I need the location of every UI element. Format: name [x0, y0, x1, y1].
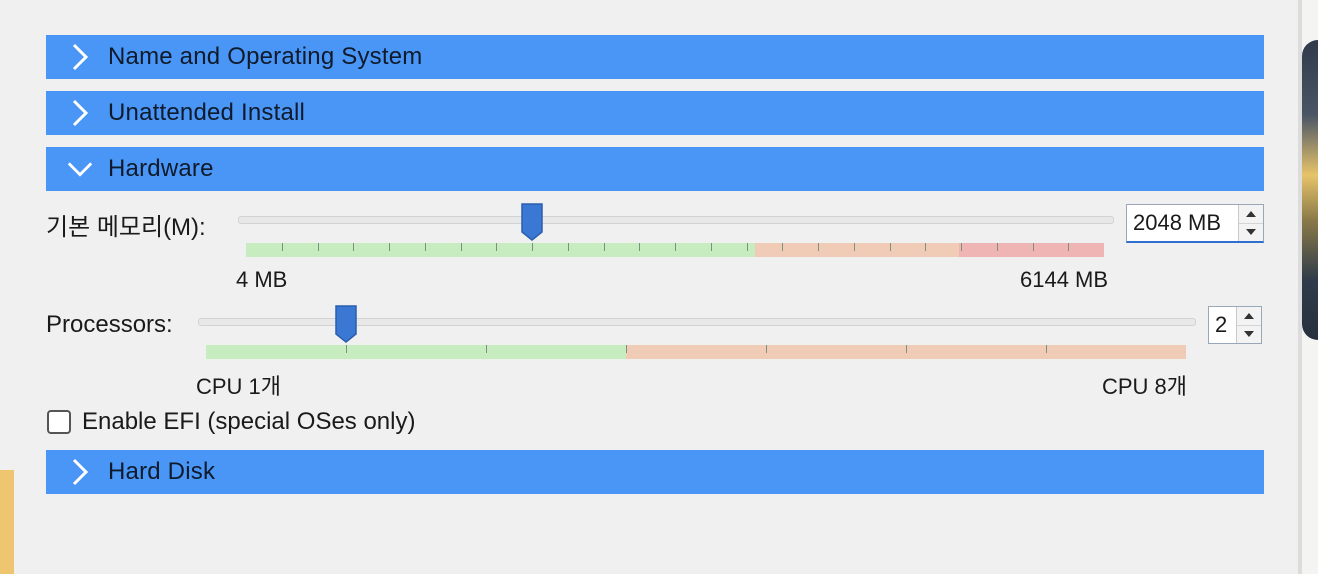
desktop-background-left: [0, 470, 14, 574]
tick-mark: [1033, 243, 1034, 251]
tick-mark: [486, 345, 487, 353]
memory-slider-track[interactable]: [238, 216, 1114, 224]
processors-max-label: CPU 8개: [1102, 374, 1188, 399]
tick-mark: [1046, 345, 1047, 353]
section-header-name-os[interactable]: Name and Operating System: [46, 35, 1264, 79]
memory-max-label: 6144 MB: [1020, 267, 1109, 292]
section-header-hardware[interactable]: Hardware: [46, 147, 1264, 191]
section-title: Unattended Install: [108, 99, 306, 126]
section-title: Name and Operating System: [108, 43, 423, 70]
memory-label: 기본 메모리(M):: [46, 214, 206, 241]
tick-mark: [461, 243, 462, 251]
processors-label: Processors:: [46, 311, 173, 338]
tick-mark: [282, 243, 283, 251]
memory-slider-thumb[interactable]: [520, 202, 544, 242]
tick-mark: [626, 345, 627, 353]
tick-mark: [1068, 243, 1069, 251]
tick-mark: [425, 243, 426, 251]
tick-mark: [604, 243, 605, 251]
tick-mark: [318, 243, 319, 251]
memory-spinbox[interactable]: 2048 MB: [1126, 204, 1264, 243]
section-title: Hardware: [108, 155, 214, 182]
processors-min-label: CPU 1개: [196, 374, 282, 399]
memory-spinbox-value[interactable]: 2048 MB: [1127, 210, 1238, 236]
processors-slider-thumb[interactable]: [334, 304, 358, 344]
tick-mark: [854, 243, 855, 251]
tick-mark: [568, 243, 569, 251]
efi-checkbox[interactable]: [47, 410, 71, 434]
processors-ticks: [206, 345, 1186, 355]
arrow-down-icon: [1244, 331, 1254, 338]
efi-label[interactable]: Enable EFI (special OSes only): [82, 408, 415, 436]
spin-down-button[interactable]: [1237, 324, 1261, 343]
memory-min-label: 4 MB: [236, 267, 288, 292]
chevron-down-icon: [66, 154, 94, 184]
tick-mark: [532, 243, 533, 251]
spin-down-button[interactable]: [1239, 222, 1263, 241]
processors-spinbox-value[interactable]: 2: [1209, 312, 1236, 338]
section-header-hard-disk[interactable]: Hard Disk: [46, 450, 1264, 494]
tick-mark: [639, 243, 640, 251]
tick-mark: [782, 243, 783, 251]
tick-mark: [766, 345, 767, 353]
chevron-right-icon: [66, 42, 94, 72]
tick-mark: [818, 243, 819, 251]
spin-up-button[interactable]: [1239, 205, 1263, 223]
arrow-up-icon: [1246, 210, 1256, 217]
section-header-unattended-install[interactable]: Unattended Install: [46, 91, 1264, 135]
chevron-right-icon: [66, 98, 94, 128]
tick-mark: [747, 243, 748, 251]
tick-mark: [890, 243, 891, 251]
tick-mark: [675, 243, 676, 251]
tick-mark: [711, 243, 712, 251]
tick-mark: [997, 243, 998, 251]
spin-up-button[interactable]: [1237, 307, 1261, 325]
section-title: Hard Disk: [108, 458, 216, 485]
desktop-wallpaper-shape: [1302, 40, 1318, 340]
tick-mark: [925, 243, 926, 251]
tick-mark: [389, 243, 390, 251]
arrow-down-icon: [1246, 229, 1256, 236]
tick-mark: [961, 243, 962, 251]
arrow-up-icon: [1244, 312, 1254, 319]
processors-spinbox[interactable]: 2: [1208, 306, 1262, 344]
desktop-background: [1302, 0, 1318, 574]
tick-mark: [496, 243, 497, 251]
chevron-right-icon: [66, 457, 94, 487]
tick-mark: [346, 345, 347, 353]
tick-mark: [353, 243, 354, 251]
tick-mark: [906, 345, 907, 353]
memory-ticks: [246, 243, 1104, 253]
